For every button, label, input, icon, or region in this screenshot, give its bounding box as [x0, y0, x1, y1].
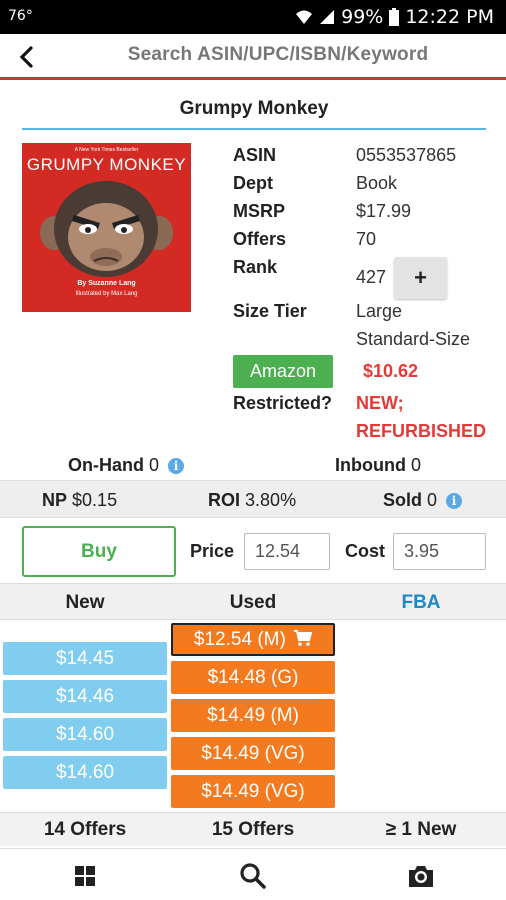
top-bar: Search ASIN/UPC/ISBN/Keyword: [0, 34, 506, 80]
fba-offer-count: ≥ 1 New: [385, 819, 457, 840]
new-offer-button[interactable]: $14.60: [3, 756, 167, 789]
np-label: NP: [42, 490, 68, 510]
roi-label: ROI: [208, 490, 241, 510]
cost-field[interactable]: [393, 533, 486, 570]
detail-label: Size Tier: [233, 301, 307, 321]
battery-percent: 99%: [341, 6, 384, 28]
used-offer-label: $12.54 (M): [193, 629, 286, 650]
product-title: Grumpy Monkey: [22, 98, 486, 130]
detail-label: Rank: [233, 257, 278, 277]
rank-expand-button[interactable]: +: [394, 257, 447, 299]
roi-metric: ROI 3.80%: [208, 490, 296, 511]
search-input[interactable]: Search ASIN/UPC/ISBN/Keyword: [60, 44, 496, 66]
monkey-illustration: [40, 181, 173, 277]
used-offer-button[interactable]: $14.49 (M): [171, 699, 335, 732]
temperature: 76°: [8, 8, 33, 24]
detail-label: Dept: [233, 173, 273, 193]
restricted-value-line2: REFURBISHED: [356, 421, 487, 441]
amazon-button[interactable]: Amazon: [233, 355, 333, 388]
offer-counts: 14 Offers 15 Offers ≥ 1 New: [0, 812, 506, 846]
detail-value: Book: [356, 173, 398, 193]
bottom-nav: [0, 848, 506, 900]
new-offer-button[interactable]: $14.46: [3, 680, 167, 713]
search-icon[interactable]: [238, 861, 268, 891]
detail-value: $17.99: [356, 201, 412, 221]
onhand-label: On-Hand: [68, 455, 144, 475]
cover-title: GRUMPY MONKEY: [26, 155, 187, 174]
new-offer-count: 14 Offers: [43, 819, 127, 840]
clock: 12:22 PM: [405, 6, 494, 28]
new-offer-button[interactable]: $14.45: [3, 642, 167, 675]
detail-label: Restricted?: [233, 393, 333, 413]
cost-label: Cost: [345, 541, 385, 561]
tab-used[interactable]: Used: [169, 592, 337, 614]
detail-value: 0553537865: [356, 145, 457, 165]
detail-value: 70: [356, 229, 377, 249]
info-icon[interactable]: i: [168, 458, 185, 475]
detail-label: MSRP: [233, 201, 286, 221]
grid-icon[interactable]: [70, 861, 100, 891]
amazon-price: $10.62: [363, 361, 419, 381]
product-cover-image[interactable]: A New York Times Bestseller GRUMPY MONKE…: [22, 143, 191, 312]
camera-icon[interactable]: [406, 861, 436, 891]
sold-value: 0: [427, 490, 438, 510]
inbound-stat: Inbound 0: [335, 455, 421, 476]
onhand-stat: On-Hand 0 i: [68, 455, 185, 476]
restricted-value: NEW;: [356, 393, 404, 413]
new-offer-button[interactable]: $14.60: [3, 718, 167, 751]
detail-value-line2: Standard-Size: [356, 329, 471, 349]
roi-value: 3.80%: [245, 490, 297, 510]
used-offer-count: 15 Offers: [211, 819, 295, 840]
sold-label: Sold: [383, 490, 422, 510]
detail-value: Large: [356, 301, 403, 321]
inbound-value: 0: [411, 455, 422, 475]
used-offer-button[interactable]: $14.48 (G): [171, 661, 335, 694]
info-icon[interactable]: i: [446, 493, 463, 510]
back-arrow-icon[interactable]: [14, 44, 40, 70]
used-offer-button[interactable]: $14.49 (VG): [171, 775, 335, 808]
cover-author: By Suzanne Lang: [77, 280, 136, 287]
cart-icon: [294, 630, 313, 646]
buy-button[interactable]: Buy: [22, 526, 176, 577]
onhand-value: 0: [149, 455, 160, 475]
tab-new[interactable]: New: [1, 592, 169, 614]
detail-label: ASIN: [233, 145, 277, 165]
status-bar: 76° 99% 12:22 PM: [0, 0, 506, 34]
price-label: Price: [190, 541, 235, 561]
cover-tagline: A New York Times Bestseller: [74, 147, 139, 153]
detail-value: 427: [356, 267, 387, 287]
inbound-label: Inbound: [335, 455, 406, 475]
detail-label: Offers: [233, 229, 287, 249]
metrics-bar: NP $0.15 ROI 3.80% Sold 0 i: [0, 480, 506, 518]
tab-fba[interactable]: FBA: [337, 592, 505, 614]
np-metric: NP $0.15: [42, 490, 117, 511]
price-field[interactable]: [244, 533, 330, 570]
cover-illustrator: Illustrated by Max Lang: [75, 291, 138, 297]
battery-icon: [389, 8, 400, 26]
used-offer-button[interactable]: $14.49 (VG): [171, 737, 335, 770]
signal-icon: [320, 10, 335, 24]
offer-columns-header: New Used FBA: [0, 583, 506, 620]
np-value: $0.15: [72, 490, 118, 510]
sold-metric: Sold 0 i: [383, 490, 463, 511]
wifi-icon: [296, 10, 313, 24]
used-offer-button-selected[interactable]: $12.54 (M): [171, 623, 335, 656]
